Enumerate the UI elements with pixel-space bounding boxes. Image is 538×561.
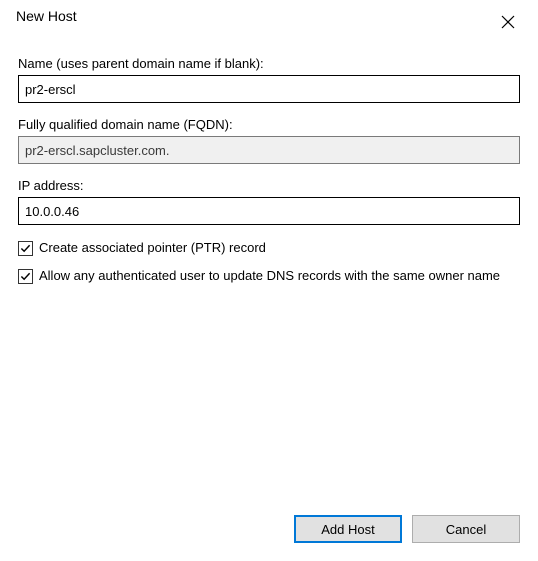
check-icon [20,243,31,254]
dialog-content: Name (uses parent domain name if blank):… [0,40,538,284]
close-icon [501,15,515,29]
add-host-button[interactable]: Add Host [294,515,402,543]
titlebar: New Host [0,0,538,40]
allow-update-checkbox[interactable] [18,269,33,284]
cancel-button[interactable]: Cancel [412,515,520,543]
name-field-group: Name (uses parent domain name if blank): [18,56,520,103]
name-label: Name (uses parent domain name if blank): [18,56,520,71]
ip-label: IP address: [18,178,520,193]
fqdn-field-group: Fully qualified domain name (FQDN): [18,117,520,164]
ip-input[interactable] [18,197,520,225]
ip-field-group: IP address: [18,178,520,225]
allow-update-checkbox-label[interactable]: Allow any authenticated user to update D… [39,267,500,285]
ptr-checkbox-label[interactable]: Create associated pointer (PTR) record [39,239,266,257]
check-icon [20,271,31,282]
name-input[interactable] [18,75,520,103]
allow-update-checkbox-row: Allow any authenticated user to update D… [18,267,520,285]
dialog-title: New Host [16,8,77,24]
button-bar: Add Host Cancel [294,515,520,543]
close-button[interactable] [490,8,526,36]
ptr-checkbox-row: Create associated pointer (PTR) record [18,239,520,257]
fqdn-label: Fully qualified domain name (FQDN): [18,117,520,132]
fqdn-input [18,136,520,164]
ptr-checkbox[interactable] [18,241,33,256]
